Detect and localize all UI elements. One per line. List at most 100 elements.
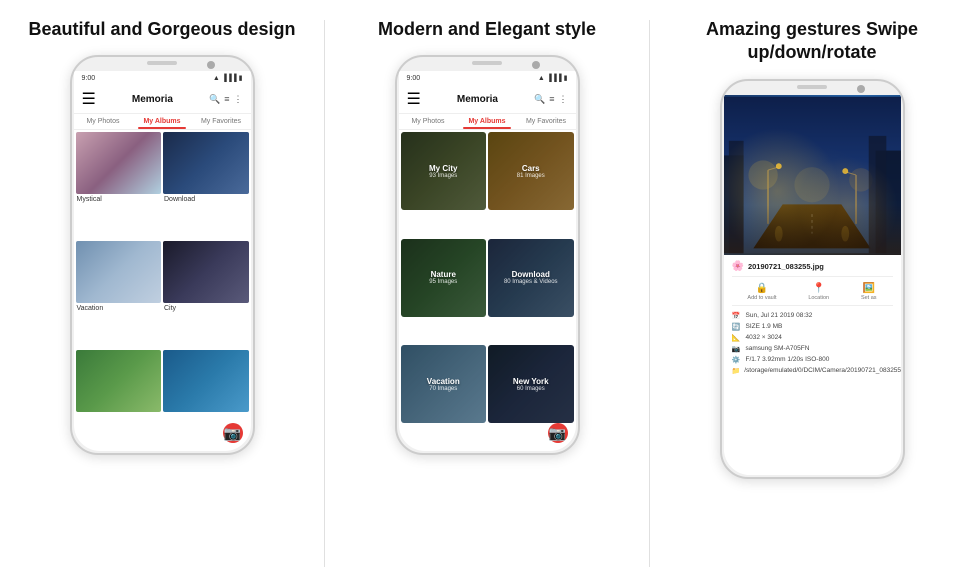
photo-cell-plants[interactable] xyxy=(76,350,162,450)
album-item-nature[interactable]: Nature 95 Images xyxy=(401,239,487,317)
album-name-newyork: New York xyxy=(513,377,549,386)
album-item-download[interactable]: Download 80 Images & Videos xyxy=(488,239,574,317)
album-item-cars[interactable]: Cars 81 Images xyxy=(488,132,574,210)
set-as-label: Set as xyxy=(861,295,877,301)
tabs-2: My Photos My Albums My Favorites xyxy=(399,114,576,130)
meta-path-text: /storage/emulated/0/DCIM/Camera/20190721… xyxy=(744,367,900,374)
album-name-vacation: Vacation xyxy=(427,377,460,386)
search-icon-2[interactable]: 🔍 xyxy=(534,94,545,105)
location-icon: 📍 xyxy=(812,283,824,294)
location-btn[interactable]: 📍 Location xyxy=(808,283,829,301)
album-name-download: Download xyxy=(512,270,550,279)
info-section-3: 🌸 20190721_083255.jpg 🔒 Add to vault 📍 L… xyxy=(724,255,901,475)
set-as-btn[interactable]: 🖼️ Set as xyxy=(861,283,877,301)
camera-icon: 📷 xyxy=(732,345,742,353)
photo-label-plants xyxy=(76,412,162,414)
status-icons-1: ▲ ▐▐▐ ▮ xyxy=(213,74,243,82)
more-icon-2[interactable]: ⋮ xyxy=(558,94,567,105)
calendar-icon: 📅 xyxy=(732,312,742,320)
panel-1-title: Beautiful and Gorgeous design xyxy=(28,18,295,41)
photo-thumb-city xyxy=(163,241,249,303)
phone-2-speaker xyxy=(472,61,502,65)
panel-3-title: Amazing gestures Swipe up/down/rotate xyxy=(660,18,964,65)
tab-myphotos-1[interactable]: My Photos xyxy=(74,114,133,129)
phone-1-camera xyxy=(207,61,215,69)
photo-cell-city[interactable]: City xyxy=(163,241,249,348)
photo-grid-1: Mystical Download Vacation City xyxy=(74,130,251,451)
city-bg xyxy=(724,95,901,255)
panel-3: Amazing gestures Swipe up/down/rotate xyxy=(650,0,974,587)
photo-label-download: Download xyxy=(163,194,249,203)
phone-3-screen: 🌸 20190721_083255.jpg 🔒 Add to vault 📍 L… xyxy=(724,95,901,475)
city-photo-full[interactable] xyxy=(724,95,901,255)
photo-label-vacation: Vacation xyxy=(76,303,162,312)
menu-icon-2[interactable]: ☰ xyxy=(407,89,421,109)
album-overlay-download: Download 80 Images & Videos xyxy=(488,239,574,317)
status-bar-2: 9:00 ▲ ▐▐▐ ▮ xyxy=(399,71,576,85)
signal-icon: ▐▐▐ xyxy=(222,75,237,82)
meta-device-text: samsung SM-A705FN xyxy=(746,345,810,352)
photo-thumb-plants xyxy=(76,350,162,412)
filter-icon-1[interactable]: ≡ xyxy=(224,94,229,104)
photo-cell-vacation[interactable]: Vacation xyxy=(76,241,162,348)
tab-myphotos-2[interactable]: My Photos xyxy=(399,114,458,129)
photo-thumb-mystical xyxy=(76,132,162,194)
settings-icon: ⚙️ xyxy=(732,356,742,364)
tab-myfavs-1[interactable]: My Favorites xyxy=(192,114,251,129)
phone-1: 9:00 ▲ ▐▐▐ ▮ ☰ Memoria 🔍 ≡ ⋮ xyxy=(70,55,255,455)
tabs-1: My Photos My Albums My Favorites xyxy=(74,114,251,130)
tab-myalbums-1[interactable]: My Albums xyxy=(133,114,192,129)
search-icon-1[interactable]: 🔍 xyxy=(209,94,220,105)
photo-thumb-ocean xyxy=(163,350,249,412)
status-bar-1: 9:00 ▲ ▐▐▐ ▮ xyxy=(74,71,251,85)
phone-3-speaker xyxy=(797,85,827,89)
size-icon: 🔄 xyxy=(732,323,742,331)
file-icon: 🌸 xyxy=(732,261,744,272)
phone-3-camera xyxy=(857,85,865,93)
meta-size-text: SIZE 1.9 MB xyxy=(746,323,783,330)
time-1: 9:00 xyxy=(82,75,96,82)
meta-dimensions: 📐 4032 × 3024 xyxy=(732,334,893,342)
app-title-1: Memoria xyxy=(132,94,173,105)
more-icon-1[interactable]: ⋮ xyxy=(233,94,242,105)
album-overlay-mycity: My City 93 Images xyxy=(401,132,487,210)
album-item-mycity[interactable]: My City 93 Images xyxy=(401,132,487,210)
fab-1[interactable]: 📷 xyxy=(223,423,243,443)
panel-2: Modern and Elegant style 9:00 ▲ ▐▐▐ ▮ ☰ … xyxy=(325,0,649,587)
album-overlay-cars: Cars 81 Images xyxy=(488,132,574,210)
dimensions-icon: 📐 xyxy=(732,334,742,342)
photo-cell-mystical[interactable]: Mystical xyxy=(76,132,162,239)
album-item-vacation[interactable]: Vacation 70 Images xyxy=(401,345,487,423)
fab-2[interactable]: 📷 xyxy=(548,423,568,443)
road-line xyxy=(724,205,901,255)
photo-cell-download[interactable]: Download xyxy=(163,132,249,239)
tab-myalbums-2[interactable]: My Albums xyxy=(458,114,517,129)
meta-path: 📁 /storage/emulated/0/DCIM/Camera/201907… xyxy=(732,367,893,375)
panel-2-title: Modern and Elegant style xyxy=(378,18,596,41)
app-icons-2: 🔍 ≡ ⋮ xyxy=(534,94,567,105)
tab-myfavs-2[interactable]: My Favorites xyxy=(517,114,576,129)
meta-size: 🔄 SIZE 1.9 MB xyxy=(732,323,893,331)
album-item-newyork[interactable]: New York 60 Images xyxy=(488,345,574,423)
meta-date-text: Sun, Jul 21 2019 08:32 xyxy=(746,312,813,319)
add-to-vault-btn[interactable]: 🔒 Add to vault xyxy=(747,283,776,301)
time-2: 9:00 xyxy=(407,75,421,82)
folder-icon: 📁 xyxy=(732,367,741,375)
filter-icon-2[interactable]: ≡ xyxy=(549,94,554,104)
phone-2-screen: 9:00 ▲ ▐▐▐ ▮ ☰ Memoria 🔍 ≡ ⋮ xyxy=(399,71,576,451)
album-overlay-vacation: Vacation 70 Images xyxy=(401,345,487,423)
meta-settings-text: F/1.7 3.92mm 1/20s ISO-800 xyxy=(746,356,830,363)
album-count-newyork: 60 Images xyxy=(517,386,545,392)
vault-icon: 🔒 xyxy=(756,283,768,294)
album-overlay-nature: Nature 95 Images xyxy=(401,239,487,317)
battery-icon-2: ▮ xyxy=(564,74,568,82)
photo-thumb-download xyxy=(163,132,249,194)
album-count-vacation: 70 Images xyxy=(429,386,457,392)
phone-1-speaker xyxy=(147,61,177,65)
album-count-cars: 81 Images xyxy=(517,173,545,179)
photo-thumb-vacation xyxy=(76,241,162,303)
album-count-download: 80 Images & Videos xyxy=(504,279,558,285)
app-title-2: Memoria xyxy=(457,94,498,105)
menu-icon-1[interactable]: ☰ xyxy=(82,89,96,109)
vault-label: Add to vault xyxy=(747,295,776,301)
